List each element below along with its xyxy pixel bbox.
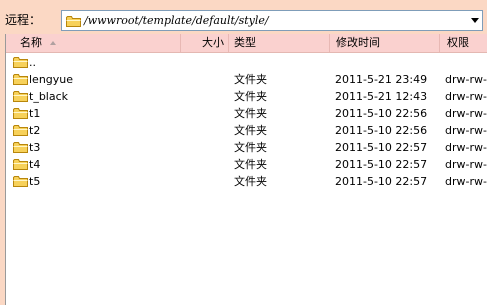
folder-icon [13,141,28,153]
list-item[interactable]: t_black 文件夹 2011-5-21 12:43 drw-rw-r [6,88,487,105]
file-type: 文件夹 [234,141,267,154]
folder-icon [13,175,28,187]
file-type: 文件夹 [234,73,267,86]
list-item[interactable]: lengyue 文件夹 2011-5-21 23:49 drw-rw-r [6,71,487,88]
file-name: t_black [29,90,69,103]
column-header-size[interactable]: 大小 [181,34,229,52]
sort-ascending-icon [50,41,56,45]
file-permissions: drw-rw-r [445,73,487,86]
folder-icon [13,107,28,119]
column-header-permissions[interactable]: 权限 [440,34,487,52]
list-item[interactable]: t5 文件夹 2011-5-10 22:57 drw-rw-r [6,173,487,190]
list-item[interactable]: t2 文件夹 2011-5-10 22:56 drw-rw-r [6,122,487,139]
file-type: 文件夹 [234,158,267,171]
file-permissions: drw-rw-r [445,90,487,103]
remote-path-text[interactable]: /wwwroot/template/default/style/ [84,14,269,27]
file-modified: 2011-5-10 22:56 [335,124,428,137]
file-type: 文件夹 [234,124,267,137]
file-type: 文件夹 [234,90,267,103]
dropdown-arrow-icon[interactable] [471,18,479,23]
file-name: .. [29,56,36,69]
file-permissions: drw-rw-r [445,175,487,188]
file-modified: 2011-5-21 12:43 [335,90,428,103]
file-permissions: drw-rw-r [445,158,487,171]
file-name: t1 [29,107,41,120]
file-modified: 2011-5-10 22:57 [335,141,428,154]
remote-file-list[interactable]: 名称 大小 类型 修改时间 权限 .. lengyue 文件夹 2011-5-2… [5,34,487,305]
remote-path-bar: 远程： /wwwroot/template/default/style/ [0,0,487,34]
list-item[interactable]: t4 文件夹 2011-5-10 22:57 drw-rw-r [6,156,487,173]
column-header-type[interactable]: 类型 [229,34,330,52]
remote-path-combobox[interactable]: /wwwroot/template/default/style/ [61,10,483,31]
file-type: 文件夹 [234,175,267,188]
file-name: t4 [29,158,41,171]
list-header: 名称 大小 类型 修改时间 权限 [6,34,487,53]
column-header-name[interactable]: 名称 [6,34,181,52]
file-name: t3 [29,141,41,154]
list-item[interactable]: t1 文件夹 2011-5-10 22:56 drw-rw-r [6,105,487,122]
folder-icon [13,158,28,170]
file-modified: 2011-5-10 22:56 [335,107,428,120]
list-item[interactable]: t3 文件夹 2011-5-10 22:57 drw-rw-r [6,139,487,156]
column-header-modified[interactable]: 修改时间 [330,34,440,52]
file-permissions: drw-rw-r [445,124,487,137]
file-permissions: drw-rw-r [445,141,487,154]
folder-icon [13,90,28,102]
folder-icon [13,56,28,68]
folder-icon [13,124,28,136]
folder-icon [13,73,28,85]
file-modified: 2011-5-10 22:57 [335,158,428,171]
file-modified: 2011-5-10 22:57 [335,175,428,188]
folder-icon [66,15,81,27]
file-type: 文件夹 [234,107,267,120]
file-permissions: drw-rw-r [445,107,487,120]
file-name: t5 [29,175,41,188]
remote-label: 远程： [5,13,42,27]
file-name: lengyue [29,73,74,86]
file-name: t2 [29,124,41,137]
list-item-parent[interactable]: .. [6,54,487,71]
file-modified: 2011-5-21 23:49 [335,73,428,86]
